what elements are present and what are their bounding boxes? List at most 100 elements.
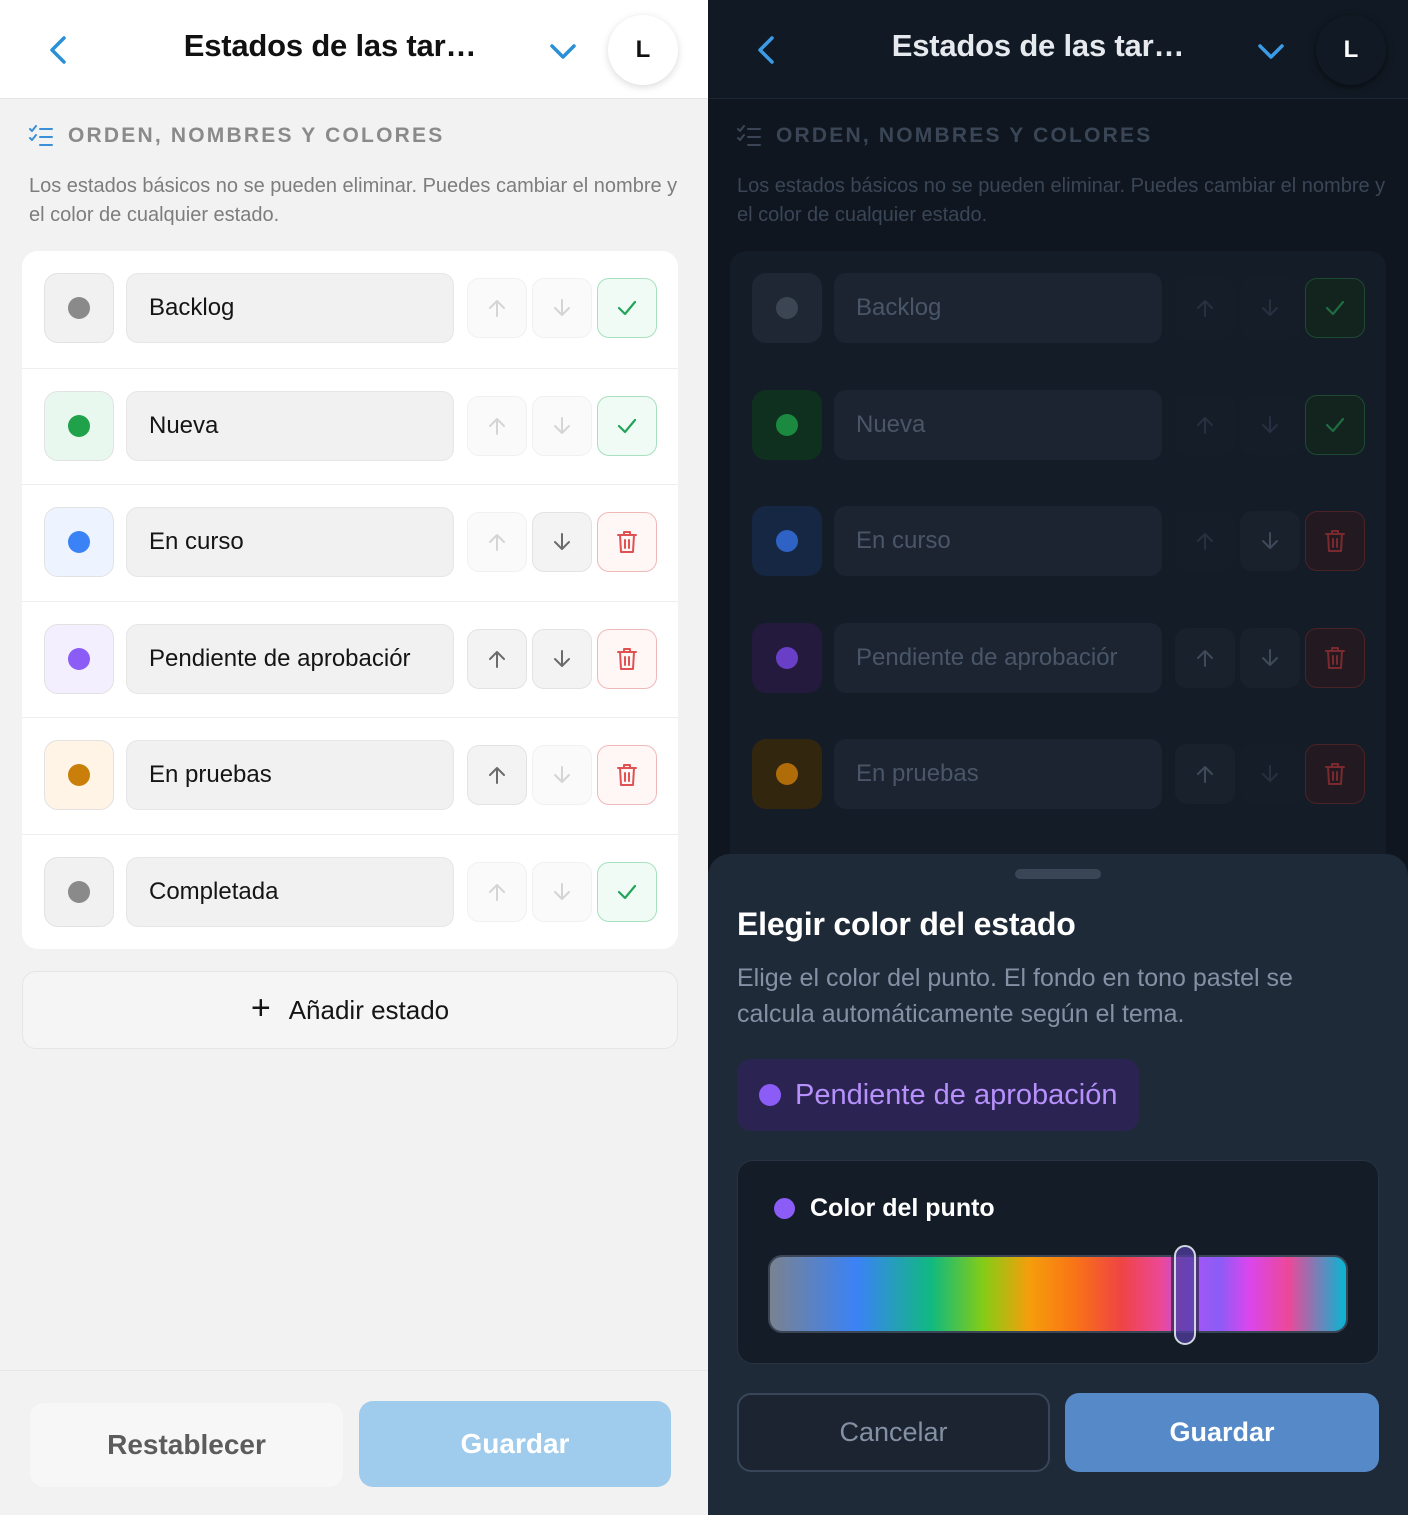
move-up-button[interactable] [1175, 627, 1235, 688]
footer-bar: Restablecer Guardar [0, 1370, 708, 1515]
move-up-button[interactable] [1175, 511, 1235, 571]
arrow-down-icon [1262, 765, 1278, 782]
chevron-left-icon[interactable] [44, 32, 74, 68]
state-name-input[interactable]: Nueva [126, 390, 454, 461]
arrow-up-icon [1197, 416, 1213, 434]
states-list: Backlog Nueva En curso Pendiente de aprobac… [730, 251, 1386, 951]
save-button[interactable]: Guardar [359, 1401, 671, 1487]
color-swatch-button[interactable] [752, 506, 822, 576]
color-swatch-button[interactable] [44, 273, 114, 343]
hue-slider-thumb[interactable] [1173, 1245, 1196, 1345]
move-down-button[interactable] [532, 745, 592, 805]
color-dot [776, 763, 798, 785]
sheet-title: Elegir color del estado [737, 906, 1076, 942]
delete-state-button[interactable] [597, 745, 657, 805]
move-up-button[interactable] [1175, 394, 1235, 455]
color-swatch-button[interactable] [752, 273, 822, 343]
basic-state-check [597, 861, 657, 922]
chevron-down-icon[interactable] [1256, 38, 1286, 64]
delete-state-button[interactable] [1305, 744, 1365, 804]
color-swatch-button[interactable] [44, 390, 114, 461]
check-icon [617, 884, 637, 899]
color-dot [776, 413, 798, 436]
avatar[interactable]: L [1316, 15, 1386, 85]
avatar[interactable]: L [608, 15, 678, 85]
arrow-up-icon [489, 767, 505, 784]
section-description: Los estados básicos no se pueden elimina… [29, 175, 678, 226]
color-swatch-button[interactable] [752, 389, 822, 460]
delete-state-button[interactable] [1305, 511, 1365, 571]
hue-slider[interactable] [768, 1255, 1348, 1333]
move-down-button[interactable] [1240, 627, 1300, 688]
state-name-input[interactable]: Backlog [126, 273, 454, 343]
color-swatch-button[interactable] [44, 856, 114, 927]
state-preview-chip: Pendiente de aprobación [737, 1059, 1140, 1131]
move-up-button[interactable] [467, 395, 527, 456]
color-swatch-button[interactable] [44, 623, 114, 694]
light-theme-panel: Estados de las tar… L ORDEN, NOMBRES Y C… [0, 0, 708, 1515]
move-down-button[interactable] [532, 861, 592, 922]
color-dot [68, 647, 90, 670]
states-list: Backlog Nueva En curso Pendiente de aprobac… [22, 251, 678, 949]
state-row: Completada [22, 833, 678, 950]
state-row: Backlog [730, 251, 1386, 367]
move-down-button[interactable] [532, 512, 592, 572]
move-up-button[interactable] [1175, 744, 1235, 804]
sheet-drag-handle[interactable] [1015, 869, 1101, 879]
trash-icon [1325, 530, 1345, 552]
state-name-input[interactable]: En curso [834, 506, 1162, 576]
move-down-button[interactable] [532, 628, 592, 689]
move-up-button[interactable] [467, 628, 527, 689]
page-title: Estados de las tar… [891, 28, 1185, 63]
state-row: En pruebas [730, 717, 1386, 833]
move-up-button[interactable] [1175, 278, 1235, 338]
chevron-left-icon[interactable] [752, 32, 782, 68]
delete-state-button[interactable] [597, 512, 657, 572]
app-header: Estados de las tar… L [0, 0, 708, 99]
state-row: En curso [730, 484, 1386, 600]
basic-state-check [597, 395, 657, 456]
move-down-button[interactable] [532, 395, 592, 456]
move-up-button[interactable] [467, 745, 527, 805]
color-dot [68, 414, 90, 437]
color-swatch-button[interactable] [752, 739, 822, 809]
move-down-button[interactable] [532, 278, 592, 338]
move-up-button[interactable] [467, 861, 527, 922]
reset-button[interactable]: Restablecer [30, 1403, 343, 1487]
arrow-up-icon [489, 300, 505, 317]
state-name-input[interactable]: Backlog [834, 273, 1162, 343]
state-name-input[interactable]: Pendiente de aprobaciór [126, 623, 454, 694]
state-name-input[interactable]: Nueva [834, 389, 1162, 460]
move-down-button[interactable] [1240, 744, 1300, 804]
add-state-button[interactable]: + Añadir estado [22, 971, 678, 1049]
dot-color-picker: Color del punto [737, 1160, 1379, 1364]
plus-icon: + [250, 988, 271, 1027]
page-title: Estados de las tar… [183, 28, 477, 63]
color-dot [776, 297, 798, 319]
move-up-button[interactable] [467, 278, 527, 338]
arrow-down-icon [554, 766, 570, 783]
color-swatch-button[interactable] [44, 507, 114, 577]
state-name-input[interactable]: En pruebas [126, 740, 454, 810]
preview-label: Pendiente de aprobación [795, 1078, 1118, 1111]
chevron-down-icon[interactable] [548, 38, 578, 64]
save-button[interactable]: Guardar [1065, 1393, 1379, 1472]
color-dot [776, 646, 798, 669]
state-row: Pendiente de aprobaciór [22, 600, 678, 717]
color-swatch-button[interactable] [44, 740, 114, 810]
delete-state-button[interactable] [597, 628, 657, 689]
arrow-down-icon [1262, 532, 1278, 549]
cancel-button[interactable]: Cancelar [737, 1393, 1050, 1472]
move-down-button[interactable] [1240, 278, 1300, 338]
move-down-button[interactable] [1240, 511, 1300, 571]
arrow-up-icon [489, 883, 505, 901]
move-down-button[interactable] [1240, 394, 1300, 455]
state-name-input[interactable]: Pendiente de aprobaciór [834, 622, 1162, 693]
state-name-input[interactable]: En curso [126, 507, 454, 577]
state-name-input[interactable]: En pruebas [834, 739, 1162, 809]
state-name-input[interactable]: Completada [126, 856, 454, 927]
color-swatch-button[interactable] [752, 622, 822, 693]
move-up-button[interactable] [467, 512, 527, 572]
delete-state-button[interactable] [1305, 627, 1365, 688]
arrow-down-icon [554, 649, 570, 667]
